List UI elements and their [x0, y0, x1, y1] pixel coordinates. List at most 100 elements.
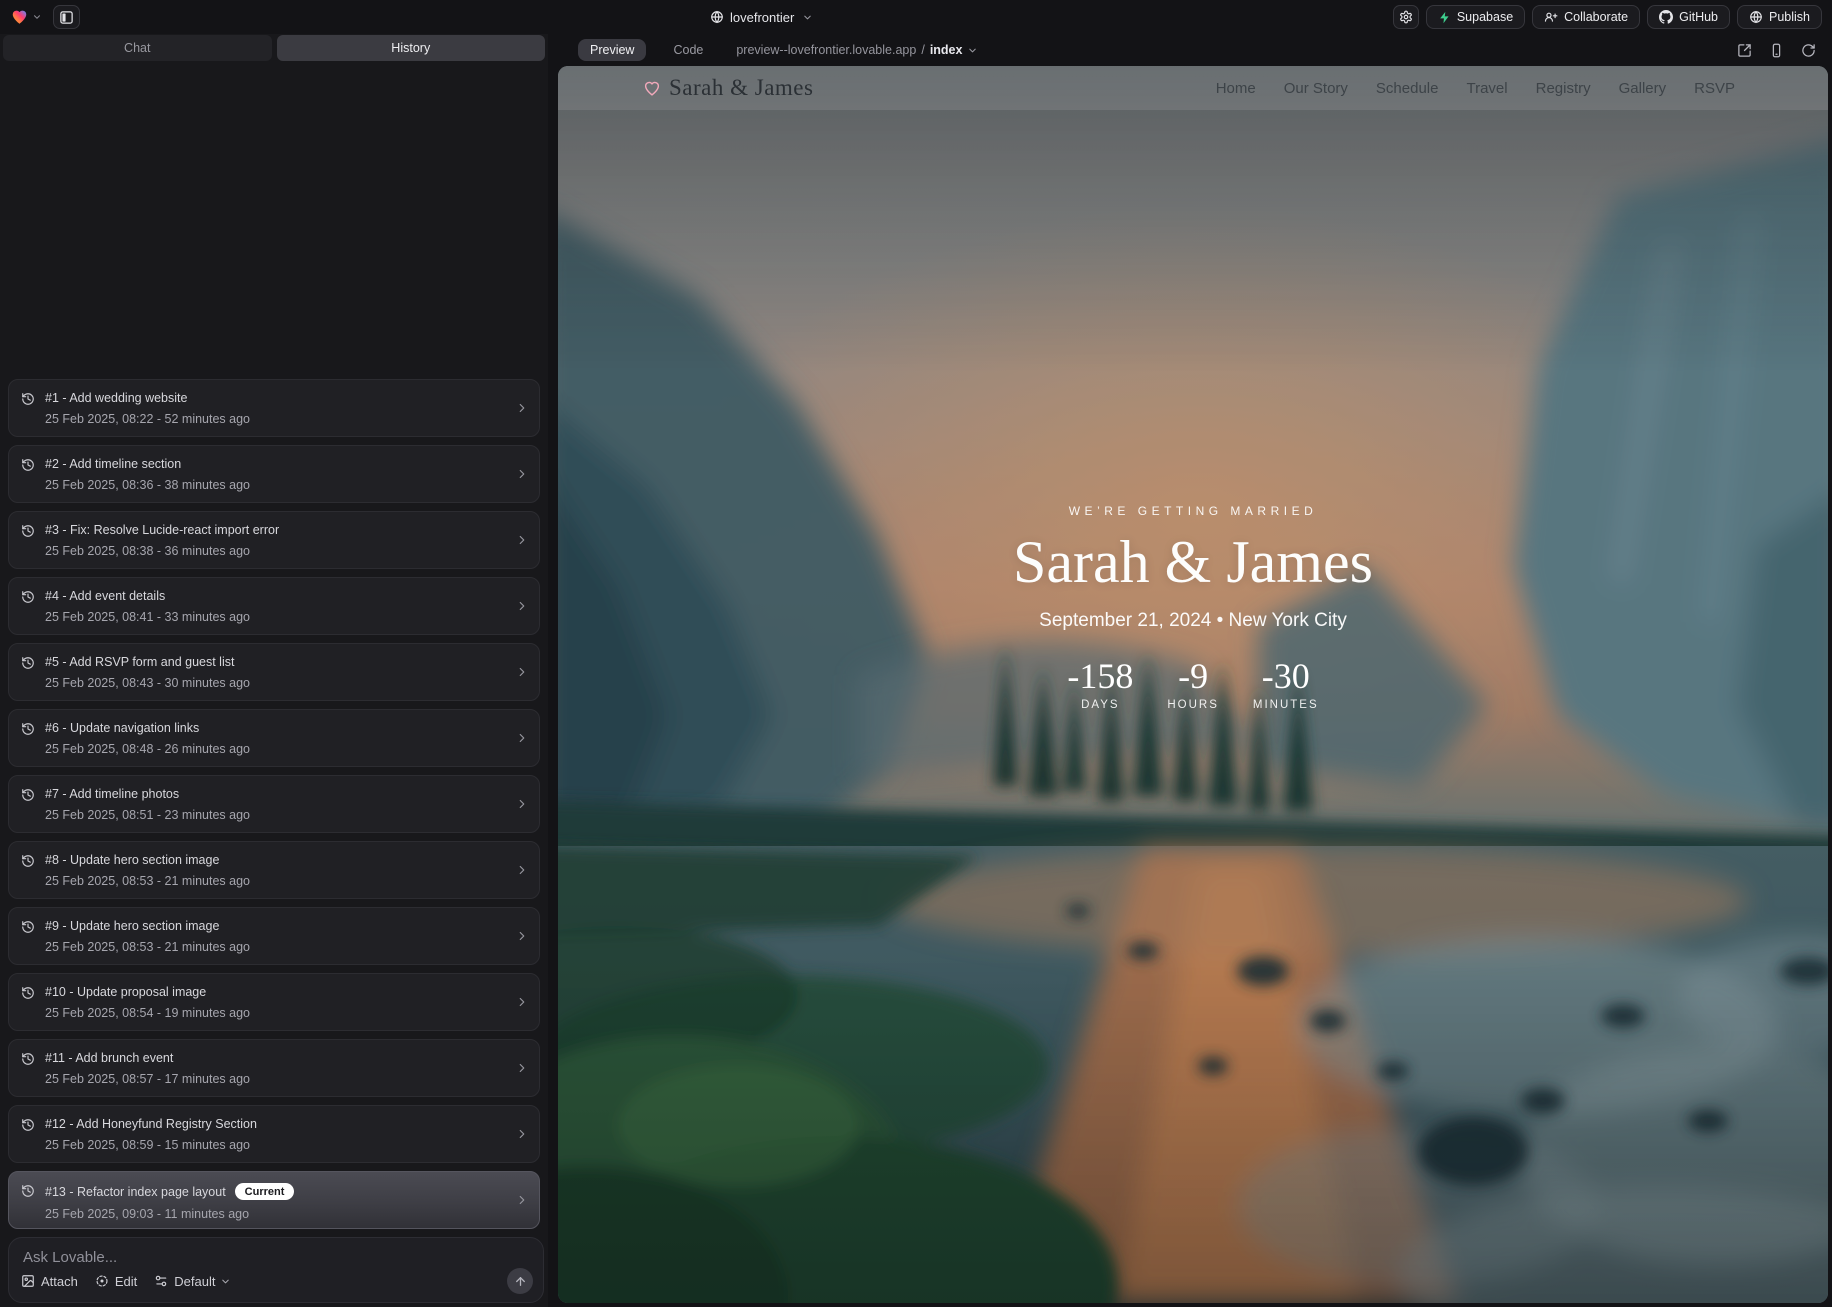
history-item-4[interactable]: #4 - Add event details 25 Feb 2025, 08:4…: [8, 577, 540, 635]
nav-gallery[interactable]: Gallery: [1619, 80, 1667, 97]
history-item-meta: 25 Feb 2025, 08:48 - 26 minutes ago: [45, 742, 505, 756]
external-link-icon: [1737, 43, 1752, 58]
history-item-title: #6 - Update navigation links: [45, 721, 199, 735]
history-item-8[interactable]: #8 - Update hero section image 25 Feb 20…: [8, 841, 540, 899]
tab-history[interactable]: History: [277, 35, 546, 61]
site-brand-name: Sarah & James: [669, 75, 813, 101]
mobile-view-button[interactable]: [1769, 43, 1784, 58]
chevron-right-icon: [515, 797, 529, 811]
history-item-title: #13 - Refactor index page layout: [45, 1185, 226, 1199]
send-button[interactable]: [507, 1268, 533, 1294]
history-item-12[interactable]: #12 - Add Honeyfund Registry Section 25 …: [8, 1105, 540, 1163]
history-item-title: #10 - Update proposal image: [45, 985, 206, 999]
chevron-right-icon: [515, 533, 529, 547]
github-button[interactable]: GitHub: [1647, 5, 1730, 29]
history-item-meta: 25 Feb 2025, 08:38 - 36 minutes ago: [45, 544, 505, 558]
preview-panel: Preview Code preview--lovefrontier.lovab…: [556, 34, 1832, 1307]
open-in-new-tab-button[interactable]: [1737, 43, 1752, 58]
history-item-meta: 25 Feb 2025, 08:57 - 17 minutes ago: [45, 1072, 505, 1086]
chevron-right-icon: [515, 995, 529, 1009]
history-item-meta: 25 Feb 2025, 08:54 - 19 minutes ago: [45, 1006, 505, 1020]
history-item-title: #8 - Update hero section image: [45, 853, 219, 867]
nav-schedule[interactable]: Schedule: [1376, 80, 1439, 97]
countdown-days-value: -158: [1067, 658, 1133, 694]
tab-preview[interactable]: Preview: [578, 39, 646, 61]
app-topbar: lovefrontier Supabase Collaborate GitHub: [0, 0, 1832, 34]
prompt-input[interactable]: [23, 1249, 463, 1266]
chevron-right-icon: [515, 1127, 529, 1141]
site-nav: Home Our Story Schedule Travel Registry …: [1216, 80, 1735, 97]
history-item-13-current[interactable]: #13 - Refactor index page layout Current…: [8, 1171, 540, 1229]
attach-button[interactable]: Attach: [21, 1274, 78, 1289]
chevron-down-icon[interactable]: [32, 12, 42, 22]
hero-title: Sarah & James: [558, 529, 1828, 595]
hero-content: WE’RE GETTING MARRIED Sarah & James Sept…: [558, 504, 1828, 711]
refresh-button[interactable]: [1801, 43, 1816, 58]
sidebar-toggle-button[interactable]: [53, 5, 80, 29]
smartphone-icon: [1769, 43, 1784, 58]
settings-button[interactable]: [1393, 5, 1419, 29]
nav-home[interactable]: Home: [1216, 80, 1256, 97]
collaborate-button[interactable]: Collaborate: [1532, 5, 1640, 29]
panel-left-icon: [59, 10, 74, 25]
history-item-7[interactable]: #7 - Add timeline photos 25 Feb 2025, 08…: [8, 775, 540, 833]
history-icon: [21, 1118, 35, 1132]
project-name: lovefrontier: [730, 10, 794, 25]
chevron-right-icon: [515, 863, 529, 877]
select-target-icon: [95, 1274, 109, 1288]
tab-code[interactable]: Code: [661, 39, 715, 61]
site-brand[interactable]: Sarah & James: [643, 75, 813, 101]
chevron-right-icon: [515, 665, 529, 679]
edit-mode-button[interactable]: Edit: [95, 1274, 137, 1289]
history-icon: [21, 458, 35, 472]
history-icon: [21, 590, 35, 604]
model-mode-selector[interactable]: Default: [154, 1274, 231, 1289]
history-icon: [21, 1184, 35, 1198]
supabase-button[interactable]: Supabase: [1426, 5, 1525, 29]
countdown-minutes-value: -30: [1253, 658, 1319, 694]
history-item-6[interactable]: #6 - Update navigation links 25 Feb 2025…: [8, 709, 540, 767]
chevron-down-icon: [802, 12, 813, 23]
project-selector[interactable]: lovefrontier: [710, 5, 813, 29]
countdown-hours-label: HOURS: [1167, 699, 1219, 711]
chat-sidebar: Chat History #1 - Add wedding website 25…: [0, 34, 548, 1307]
history-item-meta: 25 Feb 2025, 08:53 - 21 minutes ago: [45, 874, 505, 888]
tab-chat[interactable]: Chat: [3, 35, 272, 61]
preview-url[interactable]: preview--lovefrontier.lovable.app / inde…: [736, 43, 978, 57]
chevron-right-icon: [515, 401, 529, 415]
history-item-11[interactable]: #11 - Add brunch event 25 Feb 2025, 08:5…: [8, 1039, 540, 1097]
history-item-title: #5 - Add RSVP form and guest list: [45, 655, 234, 669]
history-item-2[interactable]: #2 - Add timeline section 25 Feb 2025, 0…: [8, 445, 540, 503]
nav-travel[interactable]: Travel: [1466, 80, 1507, 97]
history-icon: [21, 788, 35, 802]
history-icon: [21, 854, 35, 868]
publish-label: Publish: [1769, 10, 1810, 24]
chevron-down-icon: [967, 45, 978, 56]
users-plus-icon: [1544, 10, 1558, 24]
arrow-up-icon: [514, 1275, 527, 1288]
history-item-10[interactable]: #10 - Update proposal image 25 Feb 2025,…: [8, 973, 540, 1031]
history-icon: [21, 392, 35, 406]
history-item-1[interactable]: #1 - Add wedding website 25 Feb 2025, 08…: [8, 379, 540, 437]
site-header: Sarah & James Home Our Story Schedule Tr…: [558, 66, 1828, 110]
prompt-composer: Attach Edit Default: [8, 1237, 544, 1303]
history-item-9[interactable]: #9 - Update hero section image 25 Feb 20…: [8, 907, 540, 965]
history-item-title: #11 - Add brunch event: [45, 1051, 173, 1065]
history-item-3[interactable]: #3 - Fix: Resolve Lucide-react import er…: [8, 511, 540, 569]
preview-url-host: preview--lovefrontier.lovable.app: [736, 43, 916, 57]
nav-our-story[interactable]: Our Story: [1284, 80, 1348, 97]
history-item-meta: 25 Feb 2025, 08:59 - 15 minutes ago: [45, 1138, 505, 1152]
nav-registry[interactable]: Registry: [1536, 80, 1591, 97]
globe-icon: [710, 10, 724, 24]
history-item-meta: 25 Feb 2025, 08:41 - 33 minutes ago: [45, 610, 505, 624]
github-icon: [1659, 10, 1673, 24]
history-item-title: #7 - Add timeline photos: [45, 787, 179, 801]
chevron-right-icon: [515, 467, 529, 481]
history-item-title: #9 - Update hero section image: [45, 919, 219, 933]
nav-rsvp[interactable]: RSVP: [1694, 80, 1735, 97]
publish-button[interactable]: Publish: [1737, 5, 1822, 29]
lovable-logo-heart-icon[interactable]: [10, 8, 29, 26]
preview-url-separator: /: [921, 43, 924, 57]
history-item-5[interactable]: #5 - Add RSVP form and guest list 25 Feb…: [8, 643, 540, 701]
history-icon: [21, 920, 35, 934]
